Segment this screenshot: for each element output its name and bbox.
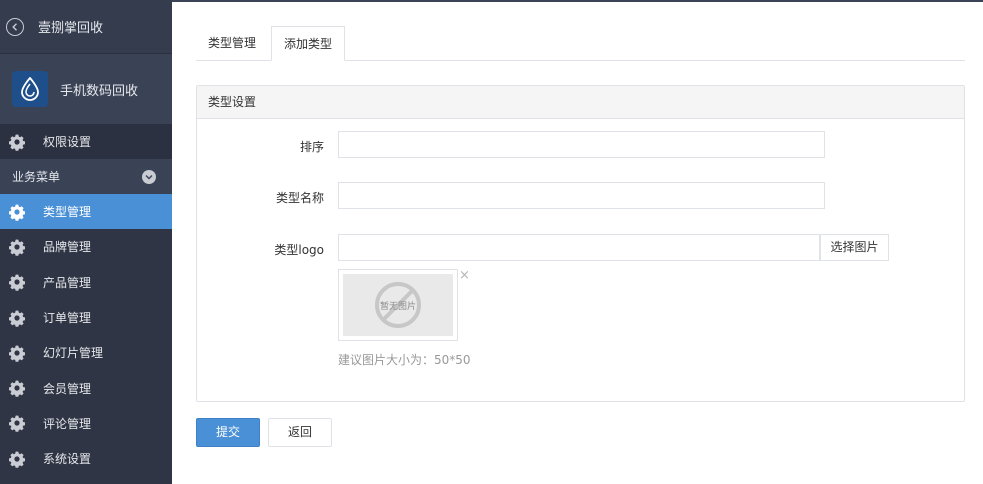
chevron-down-icon[interactable] <box>142 169 156 184</box>
sidebar-item-label: 产品管理 <box>43 275 92 290</box>
sidebar-item[interactable]: 品牌管理 <box>0 229 172 264</box>
back-arrow-icon[interactable] <box>6 17 24 36</box>
sidebar-app-header: 手机数码回收 <box>0 54 172 124</box>
sidebar-item-label: 品牌管理 <box>43 240 92 255</box>
sidebar-section-label: 业务菜单 <box>12 170 61 184</box>
image-size-hint: 建议图片大小为：50*50 <box>338 353 471 367</box>
no-image-icon: 暂无图片 <box>375 282 421 328</box>
top-border <box>172 0 983 2</box>
type-logo-input[interactable] <box>338 234 820 261</box>
type-name-label: 类型名称 <box>275 191 324 205</box>
sidebar-item[interactable]: 产品管理 <box>0 265 172 300</box>
tab-type-management[interactable]: 类型管理 <box>196 26 268 61</box>
sort-label: 排序 <box>299 140 324 154</box>
gear-icon <box>8 133 26 151</box>
sort-input[interactable] <box>338 131 825 158</box>
gear-icon <box>8 344 26 362</box>
sidebar: 壹捌掌回收 手机数码回收 权限设置 业务菜单 类型管理品牌管理产品管理订单管理幻… <box>0 0 172 484</box>
sidebar-item-label: 类型管理 <box>43 205 92 220</box>
type-settings-panel: 类型设置 排序 类型名称 类型logo 选择图片 暂无图片 × 建议图片大小为：… <box>196 85 965 402</box>
sidebar-item[interactable]: 订单管理 <box>0 300 172 335</box>
thumbnail-placeholder-text: 暂无图片 <box>380 300 416 312</box>
sidebar-item-permissions[interactable]: 权限设置 <box>0 124 172 159</box>
panel-title: 类型设置 <box>197 86 964 119</box>
sidebar-item-label: 订单管理 <box>43 311 92 326</box>
gear-icon <box>8 379 26 397</box>
logo-thumbnail: 暂无图片 <box>338 269 458 341</box>
sidebar-item[interactable]: 系统设置 <box>0 441 172 476</box>
sidebar-item[interactable]: 幻灯片管理 <box>0 335 172 370</box>
type-name-input[interactable] <box>338 182 825 209</box>
tab-bar: 类型管理 添加类型 <box>196 26 965 61</box>
sidebar-item[interactable]: 评论管理 <box>0 406 172 441</box>
gear-icon <box>8 203 26 221</box>
sidebar-item[interactable]: 会员管理 <box>0 370 172 405</box>
sidebar-back-title: 壹捌掌回收 <box>38 21 104 36</box>
app-logo-icon <box>12 71 48 107</box>
submit-button[interactable]: 提交 <box>196 418 260 447</box>
sidebar-item-label: 会员管理 <box>43 381 92 396</box>
tab-add-type[interactable]: 添加类型 <box>271 26 346 61</box>
sidebar-item-label: 评论管理 <box>43 416 92 431</box>
gear-icon <box>8 238 26 256</box>
sidebar-item-label: 权限设置 <box>43 135 92 149</box>
select-image-button[interactable]: 选择图片 <box>820 234 889 261</box>
gear-icon <box>8 450 26 468</box>
sidebar-back-bar[interactable]: 壹捌掌回收 <box>0 0 172 54</box>
gear-icon <box>8 309 26 327</box>
type-logo-label: 类型logo <box>274 243 324 257</box>
gear-icon <box>8 414 26 433</box>
gear-icon <box>8 273 26 292</box>
app-name: 手机数码回收 <box>60 83 139 99</box>
sidebar-section-business[interactable]: 业务菜单 <box>0 159 172 194</box>
sidebar-item[interactable]: 类型管理 <box>0 194 172 230</box>
sidebar-item-label: 系统设置 <box>43 452 92 467</box>
remove-image-icon[interactable]: × <box>459 269 470 283</box>
sidebar-item-label: 幻灯片管理 <box>43 346 104 361</box>
back-button[interactable]: 返回 <box>268 418 332 447</box>
thumbnail-placeholder: 暂无图片 <box>343 274 453 336</box>
